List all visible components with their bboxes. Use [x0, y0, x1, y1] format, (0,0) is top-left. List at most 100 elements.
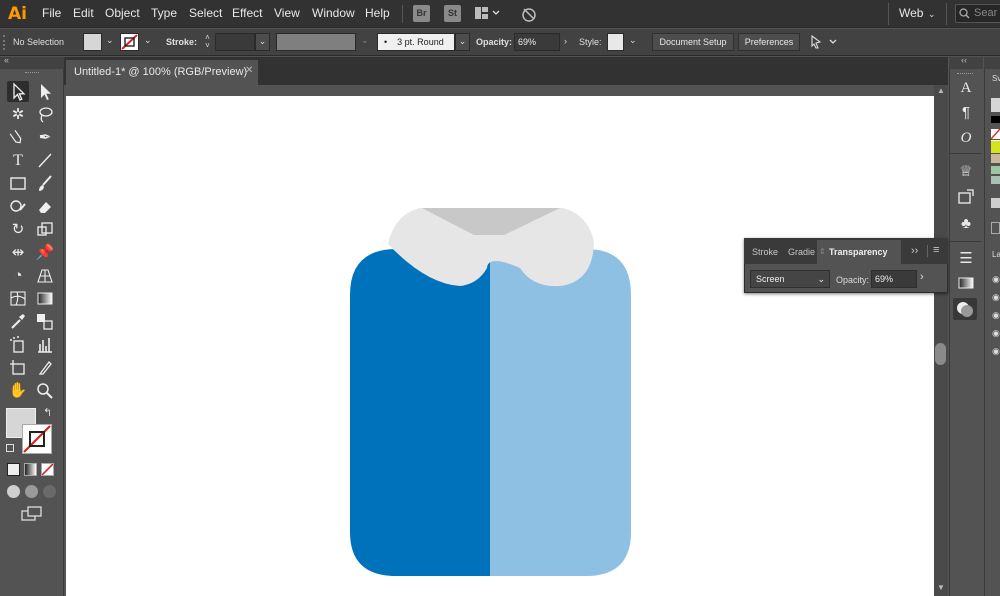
document-setup-button[interactable]: Document Setup [652, 33, 734, 51]
panel-menu-icon[interactable]: ≡ [933, 244, 939, 256]
swatch-none[interactable] [991, 129, 1000, 139]
eyedropper-tool-icon[interactable] [7, 311, 29, 332]
shirt-right-panel[interactable] [490, 249, 631, 576]
swatch-yellow-green[interactable] [991, 141, 1000, 153]
blend-mode-select[interactable]: Screen ⌄ [750, 270, 830, 288]
visibility-eye-icon[interactable]: ◉ [992, 328, 1000, 339]
paintbrush-tool-icon[interactable] [34, 173, 56, 194]
opacity-input[interactable]: 69% [514, 33, 560, 51]
swatch-pattern[interactable] [991, 166, 1000, 174]
chevron-right-icon[interactable]: › [564, 36, 567, 46]
swatch-fill[interactable] [991, 98, 1000, 112]
tab-transparency[interactable]: Transparency [829, 247, 888, 257]
stroke-weight-dropdown[interactable]: ⌄ [255, 33, 270, 51]
rectangle-tool-icon[interactable] [7, 173, 29, 194]
artboard[interactable] [66, 96, 934, 596]
magic-wand-tool-icon[interactable]: ✲ [7, 104, 29, 125]
vertical-scrollbar[interactable]: ▲ ▼ [934, 85, 948, 596]
scrollbar-thumb[interactable] [935, 343, 946, 365]
color-mode-icon[interactable] [7, 463, 20, 476]
gpu-performance-icon[interactable] [519, 5, 539, 26]
shape-builder-tool-icon[interactable]: ◔ [7, 265, 29, 286]
swatch-black[interactable] [991, 116, 1000, 123]
stroke-color-swatch[interactable] [22, 424, 52, 454]
gradient-panel-icon[interactable] [954, 273, 978, 295]
swatch-library-icon[interactable] [991, 198, 1000, 208]
stroke-swatch[interactable] [120, 33, 139, 51]
stepper-icon[interactable]: ⇕ [819, 247, 826, 256]
draw-normal-icon[interactable] [7, 485, 20, 498]
mesh-tool-icon[interactable] [7, 288, 29, 309]
tools-panel-header[interactable]: « [0, 55, 64, 69]
menu-type[interactable]: Type [151, 6, 177, 20]
chevron-down-icon[interactable]: ⌄ [629, 35, 637, 46]
quick-actions-icon[interactable] [808, 34, 838, 53]
expand-icon[interactable]: ›› [911, 245, 918, 257]
expand-panels-icon[interactable]: ‹‹ [961, 55, 967, 65]
gripper[interactable] [25, 72, 39, 73]
bridge-button[interactable]: Br [413, 5, 430, 22]
chevron-right-icon[interactable]: › [920, 271, 924, 283]
curvature-tool-icon[interactable]: ✒ [34, 127, 56, 148]
shaper-tool-icon[interactable] [7, 196, 29, 217]
visibility-eye-icon[interactable]: ◉ [992, 274, 1000, 285]
selection-tool-icon[interactable] [7, 81, 29, 102]
swap-colors-icon[interactable]: ↰ [43, 406, 52, 419]
visibility-eye-icon[interactable]: ◉ [992, 292, 1000, 303]
symbol-sprayer-tool-icon[interactable] [7, 334, 29, 355]
collapse-icon[interactable]: « [4, 55, 9, 65]
puppet-warp-tool-icon[interactable]: 📌 [34, 242, 56, 263]
preferences-button[interactable]: Preferences [738, 33, 800, 51]
menu-window[interactable]: Window [312, 6, 355, 20]
menu-help[interactable]: Help [365, 6, 390, 20]
hand-tool-icon[interactable]: ✋ [7, 380, 29, 401]
blend-tool-icon[interactable] [34, 311, 56, 332]
change-screen-mode-icon[interactable] [21, 506, 43, 525]
lasso-tool-icon[interactable] [34, 104, 56, 125]
chevron-down-icon[interactable]: ⌄ [928, 9, 936, 20]
column-graph-tool-icon[interactable] [34, 334, 56, 355]
workspace-switcher[interactable]: Web [899, 6, 923, 20]
shirt-artwork[interactable] [66, 96, 934, 596]
export-panel-icon[interactable] [954, 187, 978, 209]
perspective-grid-tool-icon[interactable] [34, 265, 56, 286]
default-colors-icon[interactable] [6, 444, 14, 452]
tab-stroke[interactable]: Stroke [752, 247, 778, 257]
scale-tool-icon[interactable] [34, 219, 56, 240]
menu-file[interactable]: File [42, 6, 61, 20]
dock-header[interactable]: ‹‹ [949, 55, 983, 69]
brush-definition[interactable]: • 3 pt. Round [377, 33, 455, 51]
rotate-tool-icon[interactable]: ↻ [7, 219, 29, 240]
none-mode-icon[interactable] [41, 463, 54, 476]
gripper[interactable] [3, 35, 5, 50]
pen-tool-icon[interactable] [7, 127, 29, 148]
gradient-tool-icon[interactable] [34, 288, 56, 309]
type-tool-icon[interactable]: T [7, 150, 29, 171]
eraser-tool-icon[interactable] [34, 196, 56, 217]
menu-edit[interactable]: Edit [73, 6, 94, 20]
document-tab[interactable]: Untitled-1* @ 100% (RGB/Preview) [66, 60, 258, 85]
brush-dropdown[interactable]: ⌄ [455, 33, 470, 51]
slice-tool-icon[interactable] [34, 357, 56, 378]
artboard-tool-icon[interactable] [7, 357, 29, 378]
gradient-mode-icon[interactable] [24, 463, 37, 476]
scroll-down-icon[interactable]: ▼ [937, 583, 945, 592]
symbols-panel-icon[interactable]: ♣ [954, 213, 978, 235]
graphic-style-swatch[interactable] [607, 33, 624, 51]
scroll-up-icon[interactable]: ▲ [937, 86, 945, 95]
menu-object[interactable]: Object [105, 6, 140, 20]
fill-swatch[interactable] [83, 33, 102, 51]
character-panel-icon[interactable]: A [954, 77, 978, 99]
layers-tab-label[interactable]: La [992, 250, 1000, 259]
stroke-weight-input[interactable] [215, 33, 255, 51]
visibility-eye-icon[interactable]: ◉ [992, 346, 1000, 357]
draw-behind-icon[interactable] [25, 485, 38, 498]
menu-select[interactable]: Select [189, 6, 222, 20]
brushes-panel-icon[interactable]: ♕ [954, 161, 978, 183]
chevron-down-icon[interactable]: ⌄ [144, 35, 152, 46]
swatch-options-icon[interactable] [991, 222, 1000, 234]
swatch-tan[interactable] [991, 154, 1000, 163]
tab-gradient[interactable]: Gradie [788, 247, 815, 257]
chevron-down-icon[interactable]: ⌄ [106, 35, 114, 46]
zoom-tool-icon[interactable] [34, 380, 56, 401]
